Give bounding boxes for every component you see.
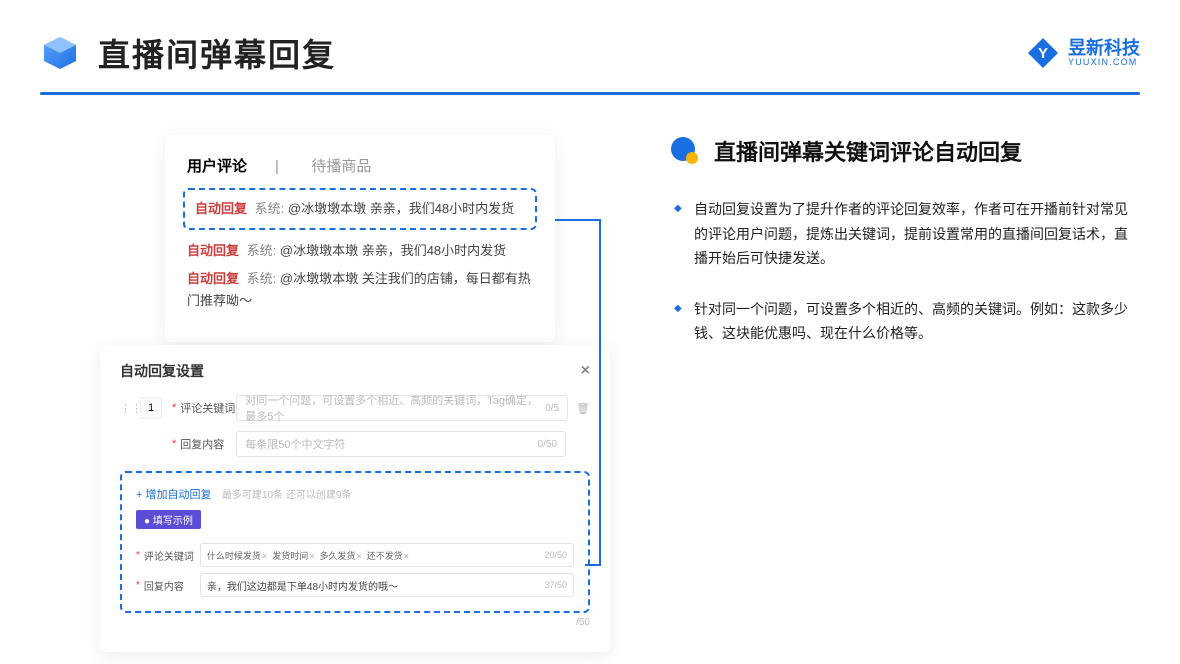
footer-count: /50 — [576, 617, 590, 628]
brand-icon: Y — [1026, 36, 1060, 70]
settings-title: 自动回复设置 — [120, 361, 204, 381]
brand-block: Y 昱新科技 YUUXIN.COM — [1026, 36, 1140, 70]
tab-comments[interactable]: 用户评论 — [187, 158, 267, 175]
delete-icon[interactable]: 🗑 — [576, 402, 590, 415]
example-reply-row: *回复内容 亲，我们这边都是下单48小时内发货的哦～ 37/50 — [136, 573, 574, 597]
screenshot-stack: 用户评论| 待播商品 自动回复 系统: @冰墩墩本墩 亲亲，我们48小时内发货 … — [100, 135, 620, 615]
settings-card: 自动回复设置 × ⋮⋮ 1 *评论关键词 对同一个问题，可设置多个相近、高频的关… — [100, 345, 610, 652]
close-icon[interactable]: × — [581, 362, 590, 380]
brand-sub: YUUXIN.COM — [1068, 57, 1140, 67]
example-keyword-input[interactable]: 什么时候发货× 发货时间× 多久发货× 还不发货× 20/50 — [200, 543, 574, 567]
add-reply-link[interactable]: + 增加自动回复 — [136, 486, 211, 502]
info-bullet-2: 针对同一个问题，可设置多个相近的、高频的关键词。例如：这款多少钱、这块能优惠吗、… — [694, 297, 1140, 346]
info-heading: 直播间弹幕关键词评论自动回复 — [714, 135, 1022, 167]
info-bullet-1: 自动回复设置为了提升作者的评论回复效率，作者可在开播前针对常见的评论用户问题，提… — [694, 197, 1140, 271]
example-highlight: + 增加自动回复 最多可建10条 还可以创建9条 ● 填写示例 *评论关键词 什… — [120, 471, 590, 613]
bubble-icon — [670, 136, 700, 166]
tabs: 用户评论| 待播商品 — [187, 155, 533, 176]
add-reply-hint: 最多可建10条 还可以创建9条 — [222, 490, 351, 501]
reply-row: *回复内容 每条限50个中文字符 0/50 — [120, 431, 590, 457]
comment-row: 自动回复 系统: @冰墩墩本墩 关注我们的店铺，每日都有热门推荐呦～ — [187, 268, 533, 312]
auto-reply-tag: 自动回复 — [195, 201, 247, 216]
info-column: 直播间弹幕关键词评论自动回复 自动回复设置为了提升作者的评论回复效率，作者可在开… — [620, 135, 1140, 615]
example-reply-input[interactable]: 亲，我们这边都是下单48小时内发货的哦～ 37/50 — [200, 573, 574, 597]
comment-highlight: 自动回复 系统: @冰墩墩本墩 亲亲，我们48小时内发货 — [183, 188, 537, 230]
keyword-row: ⋮⋮ 1 *评论关键词 对同一个问题，可设置多个相近、高频的关键词，Tag确定，… — [120, 395, 590, 421]
page-title: 直播间弹幕回复 — [98, 30, 336, 76]
row-index: 1 — [140, 397, 162, 419]
keyword-input[interactable]: 对同一个问题，可设置多个相近、高频的关键词，Tag确定，最多5个 0/5 — [236, 395, 568, 421]
comment-row: 自动回复 系统: @冰墩墩本墩 亲亲，我们48小时内发货 — [187, 240, 533, 262]
page-icon — [40, 33, 80, 73]
tab-products[interactable]: 待播商品 — [311, 158, 391, 175]
svg-text:Y: Y — [1038, 45, 1048, 62]
example-badge: ● 填写示例 — [136, 510, 201, 529]
drag-handle-icon[interactable]: ⋮⋮ — [120, 402, 140, 415]
brand-name: 昱新科技 — [1068, 39, 1140, 57]
example-keyword-row: *评论关键词 什么时候发货× 发货时间× 多久发货× 还不发货× 20/50 — [136, 543, 574, 567]
comments-card: 用户评论| 待播商品 自动回复 系统: @冰墩墩本墩 亲亲，我们48小时内发货 … — [165, 135, 555, 342]
reply-input[interactable]: 每条限50个中文字符 0/50 — [236, 431, 566, 457]
